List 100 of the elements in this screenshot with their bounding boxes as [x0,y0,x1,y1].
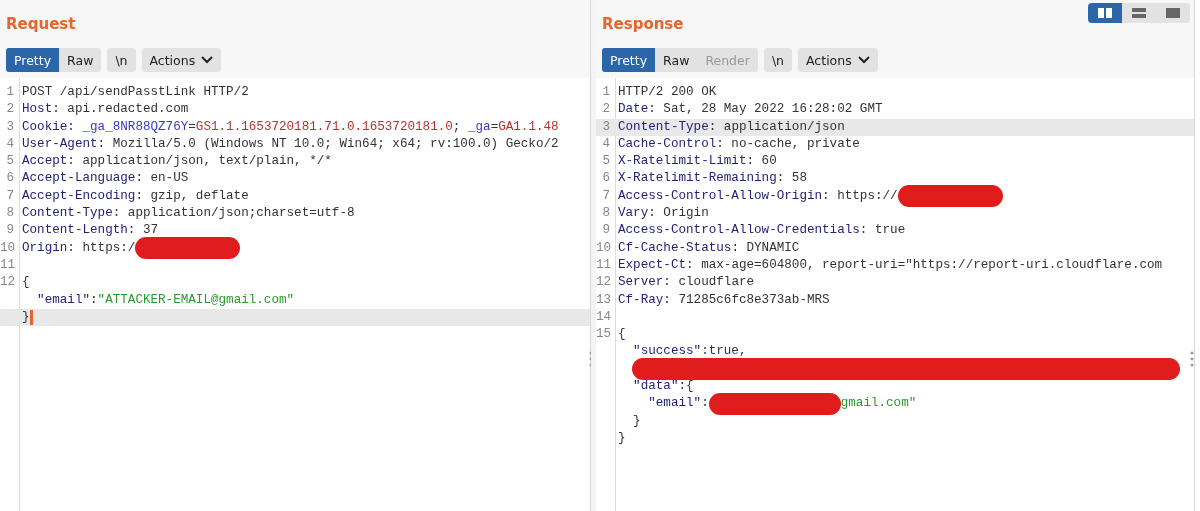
line-number: 6 [602,171,610,186]
line-number: 8 [6,206,14,221]
view-tab[interactable]: Pretty [6,48,60,72]
line-number: 12 [596,275,612,290]
code-text: : Sat, 28 May 2022 16:28:02 GMT [648,101,883,119]
line-number: 12 [0,275,16,290]
split-columns-icon [1098,8,1112,18]
code-text: Server [618,274,664,292]
line-number: 2 [602,102,610,117]
line-number: 7 [602,188,610,203]
code-text: = [188,118,196,136]
code-text: : [67,118,75,136]
line-number: 3 [602,119,610,134]
code-text: X-Ratelimit-Limit [618,153,747,171]
code-text: Expect-Ct [618,256,687,274]
code-text: POST /api/sendPasstLink HTTP/2 [22,84,249,101]
code-text: : gzip, deflate [135,187,249,205]
line-number: 4 [602,136,610,151]
code-text: : application/json [708,118,845,136]
code-text: : 58 [776,170,807,188]
line-number: 6 [6,171,14,186]
code-text: "email" [647,395,702,413]
line-number: 14 [596,309,612,324]
layout-toggle[interactable] [1088,3,1122,23]
code-text: : 60 [746,153,777,171]
code-text: Accept-Language [22,170,136,188]
code-text: : DYNAMIC [731,239,800,257]
resize-handle-icon[interactable] [1190,350,1194,368]
code-text: gmail.com" [840,395,917,413]
code-text: ; [452,118,461,136]
code-text: : true [859,222,906,240]
line-number: 1 [6,85,14,99]
code-text: : en-US [135,170,189,188]
code-text: : application/json, text/plain, */* [67,153,332,171]
code-text: X-Ratelimit-Remaining [618,170,777,188]
line-number: 9 [6,223,14,238]
code-text: GA1.1.48 [498,118,559,136]
code-text: "ATTACKER-EMAIL@gmail.com" [97,291,295,309]
code-text: Date [618,101,649,119]
line-number: 9 [602,223,610,238]
chevron-down-icon [201,56,214,64]
code-text: : 71285c6fc8e373ab-MRS [663,291,830,309]
code-text: "email" [36,291,91,309]
code-text: } [618,429,626,447]
code-text: "success" [632,343,702,361]
code-text: : cloudflare [663,274,755,292]
code-text: Access-Control-Allow-Credentials [618,222,860,240]
code-text: "data" [632,378,679,396]
code-text: Cf-Cache-Status [618,239,732,257]
code-text: _ga_8NR88QZ76Y [81,118,189,136]
actions-button[interactable]: Actions [141,48,222,72]
line-number: 10 [0,240,16,255]
line-number: 11 [596,257,612,272]
line-number: 7 [6,188,14,203]
code-text: Content-Type [22,205,113,223]
code-text: : no-cache, private [716,135,860,153]
code-text: : https:/ [67,239,136,257]
line-number: 10 [596,240,612,255]
code-text: Access-Control-Allow-Origin [618,187,823,205]
code-text: _ga [466,118,491,136]
code-text: : https:// [822,187,898,205]
newline-button[interactable]: \n [763,48,793,72]
code-text: Accept-Encoding [22,187,136,205]
code-text: { [22,274,30,292]
code-text: Vary [618,205,649,223]
code-text: Host [22,101,53,119]
code-text: : [701,395,709,413]
code-text: Accept [22,153,68,171]
code-text: : max-age=604800, report-uri="https://report-uri.cloudflare.com [686,256,1163,274]
code-text: : api.redacted.com [52,101,189,119]
pane-title: Response [602,14,685,34]
line-number: 5 [6,154,14,169]
code-text: : application/json;charset=utf-8 [112,205,355,223]
code-text: User-Agent [22,135,98,153]
single-view-icon [1166,8,1180,18]
newline-button[interactable]: \n [107,48,136,72]
code-text: Origin [22,239,68,257]
code-text: : Origin [648,205,709,223]
view-tab[interactable]: Pretty [602,48,656,72]
line-number: 2 [6,102,14,117]
chevron-down-icon [857,56,870,64]
code-text: HTTP/2 200 OK [618,84,717,101]
code-text: : Mozilla/5.0 (Windows NT 10.0; Win64; x64; rv:100.0) Gecko/2 [97,135,559,153]
code-text: Cookie [22,118,68,136]
code-text: } [22,308,30,326]
pane-title: Request [6,14,77,34]
code-text: Content-Length [22,222,128,240]
resize-handle-icon[interactable] [589,350,593,368]
code-text: :{ [678,378,694,396]
line-number: 1 [602,85,610,99]
line-number: 13 [596,292,612,307]
line-number: 5 [602,154,610,169]
code-text: :true, [701,343,747,361]
code-text: Cf-Ray [618,291,664,309]
actions-button[interactable]: Actions [798,48,878,72]
code-text: GS1.1.1653720181.71.0.1653720181.0 [195,118,453,136]
code-text: } [632,412,641,430]
line-number: 11 [0,257,16,272]
code-text: : 37 [127,222,159,240]
line-number: 3 [6,119,14,134]
